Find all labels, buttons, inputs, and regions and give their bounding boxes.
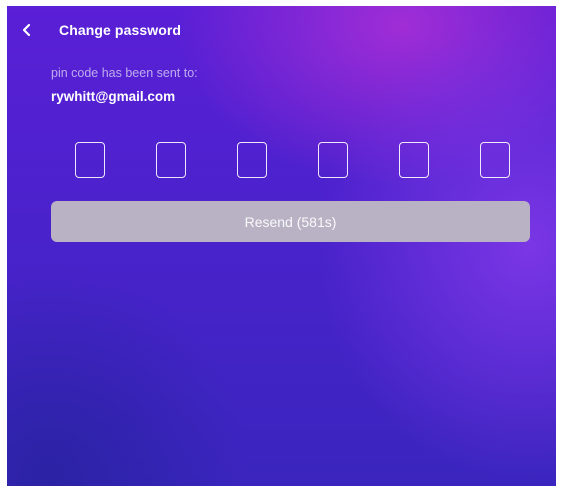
- resend-button[interactable]: Resend (581s): [51, 201, 530, 242]
- back-button[interactable]: [15, 18, 39, 42]
- pin-digit-3[interactable]: [237, 142, 267, 178]
- change-password-screen: Change password pin code has been sent t…: [7, 6, 556, 486]
- pin-digit-5[interactable]: [399, 142, 429, 178]
- recipient-email: rywhitt@gmail.com: [51, 89, 176, 104]
- pin-digit-4[interactable]: [318, 142, 348, 178]
- header-bar: Change password: [7, 6, 556, 54]
- pin-digit-1[interactable]: [75, 142, 105, 178]
- pin-digit-6[interactable]: [480, 142, 510, 178]
- pin-sent-label: pin code has been sent to:: [51, 66, 198, 80]
- pin-code-input-group: [75, 142, 513, 182]
- pin-digit-2[interactable]: [156, 142, 186, 178]
- chevron-left-icon: [22, 23, 31, 37]
- page-title: Change password: [59, 22, 182, 38]
